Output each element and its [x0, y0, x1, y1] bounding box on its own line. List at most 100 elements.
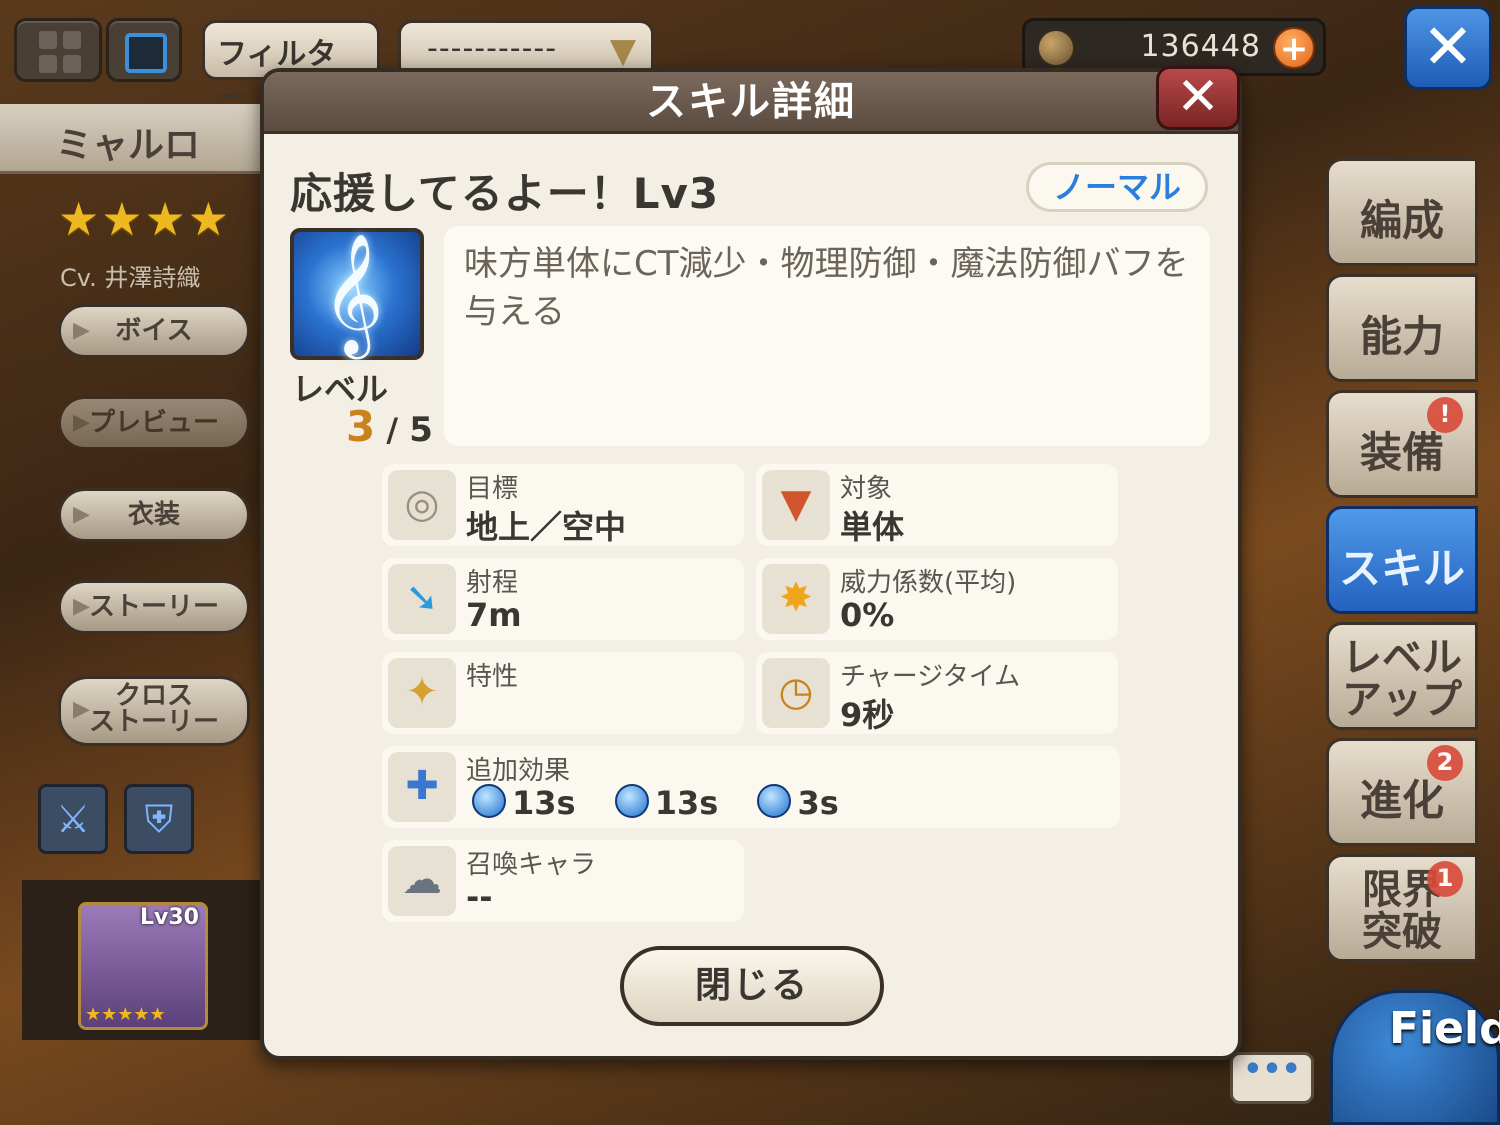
crosshair-icon: ◎: [388, 470, 456, 540]
skill-description: 味方単体にCT減少・物理防御・魔法防御バフを与える: [444, 226, 1210, 446]
level-separator: /: [375, 411, 410, 449]
grid-icon-cell: [63, 55, 81, 73]
effect-duration: 3s: [797, 784, 839, 822]
effect-duration: 13s: [512, 784, 576, 822]
stat-trait: ✦ 特性: [382, 652, 744, 734]
weapon-slot-icon[interactable]: ⚔: [38, 784, 108, 854]
coin-icon: [1037, 29, 1075, 67]
tab-limit-label-2: 突破: [1362, 909, 1442, 955]
stat-target: ◎ 目標 地上／空中: [382, 464, 744, 546]
stat-summon: ☁ 召喚キャラ --: [382, 840, 744, 922]
portrait-level: Lv30: [140, 905, 199, 930]
summon-creature-icon: ☁: [388, 846, 456, 916]
character-name: ミャルロ: [0, 104, 262, 174]
count-badge: 1: [1427, 861, 1463, 897]
portrait-stars: ★★★★★: [85, 1004, 166, 1025]
shield-slot-icon[interactable]: ⛨: [124, 784, 194, 854]
arrow-range-icon: ➘: [388, 564, 456, 634]
skill-name: 応援してるよー！Lv3: [290, 169, 720, 218]
chevron-down-icon: ▼: [609, 31, 637, 71]
chat-button[interactable]: •••: [1230, 1052, 1314, 1104]
level-value: 3 / 5: [346, 402, 433, 451]
burst-icon: ✸: [762, 564, 830, 634]
stat-range-label: 射程: [466, 568, 519, 598]
tab-equip[interactable]: 装備 !: [1326, 390, 1478, 498]
grid-icon-cell: [39, 55, 57, 73]
tab-levelup[interactable]: レベル アップ: [1326, 622, 1478, 730]
clock-icon: ◷: [762, 658, 830, 728]
grid-view-button[interactable]: [14, 18, 102, 82]
effect-duration: 13s: [654, 784, 719, 822]
tab-formation-label: 編成: [1359, 196, 1444, 245]
preview-button-label: プレビュー: [88, 408, 219, 438]
character-portrait[interactable]: Lv30 ★★★★★: [78, 902, 208, 1030]
story-button-label: ストーリー: [88, 592, 219, 622]
voice-button-label: ボイス: [115, 316, 193, 346]
preview-button[interactable]: ▶ プレビュー: [58, 396, 250, 450]
grid-icon-cell: [63, 31, 81, 49]
grid-icon: [39, 31, 57, 49]
currency-amount: 136448: [1140, 29, 1261, 64]
stat-summon-label: 召喚キャラ: [466, 850, 597, 880]
cross-story-button[interactable]: ▶ クロス ストーリー: [58, 676, 250, 746]
stat-range: ➘ 射程 7m: [382, 558, 744, 640]
play-icon: ▶: [73, 410, 90, 435]
stat-target-value: 地上／空中: [466, 508, 627, 546]
stat-charge-value: 9秒: [840, 696, 895, 734]
stat-power: ✸ 威力係数(平均) 0%: [756, 558, 1118, 640]
effect-item: 3s: [757, 784, 839, 822]
tab-levelup-label-1: レベル: [1342, 635, 1462, 681]
level-max: 5: [409, 410, 433, 450]
tab-ability-label: 能力: [1359, 312, 1444, 361]
tab-evolve[interactable]: 進化 2: [1326, 738, 1478, 846]
field-button[interactable]: Field: [1330, 990, 1500, 1125]
play-icon: ▶: [73, 502, 90, 527]
modal-close-button[interactable]: ✕: [1156, 66, 1240, 130]
stat-object-value: 単体: [840, 508, 905, 546]
stat-effects: ✚ 追加効果 13s 13s 3s: [382, 746, 1120, 828]
stat-charge: ◷ チャージタイム 9秒: [756, 652, 1118, 734]
play-icon: ▶: [73, 318, 90, 343]
voice-button[interactable]: ▶ ボイス: [58, 304, 250, 358]
effect-item: 13s: [614, 784, 719, 822]
effects-list: 13s 13s 3s: [472, 784, 867, 822]
costume-button-label: 衣装: [127, 500, 180, 530]
sword-sparkle-icon: ✦: [388, 658, 456, 728]
skill-type-badge: ノーマル: [1026, 162, 1208, 212]
treble-clef-icon: 𝄞: [322, 232, 384, 354]
stat-range-value: 7m: [466, 596, 522, 634]
dropdown-value: -----------: [427, 31, 558, 66]
stat-summon-value: --: [466, 878, 493, 916]
tab-formation[interactable]: 編成: [1326, 158, 1478, 266]
sword-plus-icon: ✚: [388, 752, 456, 822]
tab-ability[interactable]: 能力: [1326, 274, 1478, 382]
field-label: Field: [1389, 1003, 1500, 1054]
play-icon: ▶: [73, 697, 90, 722]
stat-object: ▼ 対象 単体: [756, 464, 1118, 546]
stat-object-label: 対象: [840, 474, 893, 504]
tab-levelup-label-2: アップ: [1342, 677, 1462, 723]
tab-skill-label: スキル: [1338, 544, 1465, 593]
tab-limit-break[interactable]: 限界 突破 1: [1326, 854, 1478, 962]
stat-power-label: 威力係数(平均): [840, 568, 1017, 598]
stat-effects-label: 追加効果: [466, 756, 571, 786]
ct-reduction-icon: [757, 784, 792, 818]
rarity-stars: ★★★★: [58, 192, 231, 246]
tab-skill[interactable]: スキル: [1326, 506, 1478, 614]
story-button[interactable]: ▶ ストーリー: [58, 580, 250, 634]
alert-badge: !: [1427, 397, 1463, 433]
stat-target-label: 目標: [466, 474, 519, 504]
square-icon: [125, 33, 167, 73]
stat-power-value: 0%: [840, 596, 895, 634]
stat-trait-label: 特性: [466, 662, 519, 692]
close-screen-button[interactable]: ✕: [1404, 6, 1492, 90]
costume-button[interactable]: ▶ 衣装: [58, 488, 250, 542]
stat-charge-label: チャージタイム: [840, 662, 1021, 692]
close-button[interactable]: 閉じる: [620, 946, 884, 1026]
skill-icon: 𝄞: [290, 228, 424, 360]
add-currency-button[interactable]: +: [1273, 27, 1315, 69]
single-view-button[interactable]: [106, 18, 182, 82]
voice-actor: Cv. 井澤詩織: [60, 264, 201, 292]
count-badge: 2: [1427, 745, 1463, 781]
magic-defense-buff-icon: [614, 784, 649, 818]
